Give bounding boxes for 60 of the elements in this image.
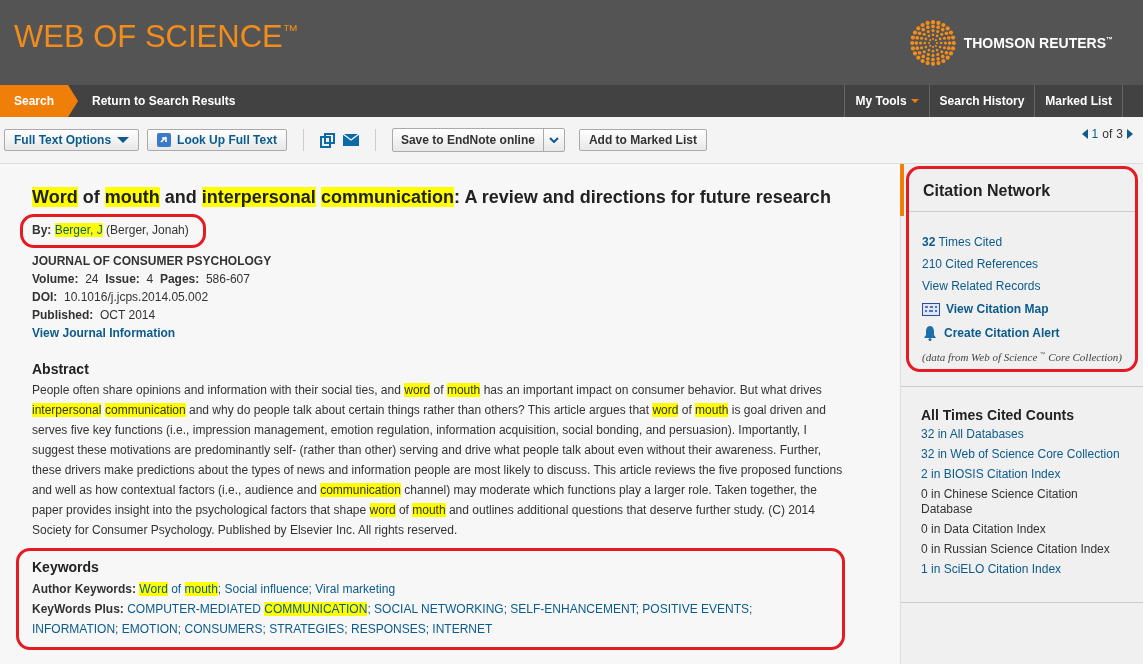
add-to-marked-list-button[interactable]: Add to Marked List [578,129,707,151]
bell-icon [922,325,938,341]
page-total: 3 [1116,127,1123,141]
keyword-link[interactable]: COMPUTER-MEDIATED COMMUNICATION; [127,602,371,616]
citation-action-link[interactable]: Create Citation Alert [922,322,1122,344]
full-text-options-button[interactable]: Full Text Options [4,129,140,151]
all-times-cited-heading: All Times Cited Counts [921,407,1075,423]
author-link[interactable]: Berger, J [54,223,103,237]
keyword-link[interactable]: INFORMATION; [32,622,119,636]
print-icon[interactable] [319,132,335,148]
citation-action-link[interactable]: View Citation Map [922,298,1122,320]
keyword-link[interactable]: STRATEGIES; [269,622,348,636]
keyword-link[interactable]: Viral marketing [315,582,396,596]
author-line: By: Berger, J (Berger, Jonah) [32,222,189,239]
journal-name: JOURNAL OF CONSUMER PSYCHOLOGY [32,253,273,270]
caret-icon [910,99,919,103]
keyword-link[interactable]: SELF-ENHANCEMENT; [510,602,639,616]
save-to-endnote-button[interactable]: Save to EndNote online [391,128,565,152]
published-line: Published: OCT 2014 [32,307,157,324]
look-up-full-text-button[interactable]: Look Up Full Text [147,129,287,151]
keyword-link[interactable]: SOCIAL NETWORKING; [374,602,507,616]
current-page: 1 [1091,127,1099,141]
previous-arrow-icon[interactable] [1081,129,1088,139]
cited-count-link[interactable]: 1 in SciELO Citation Index [921,562,1121,577]
keyword-link[interactable]: Word of mouth; [139,582,222,596]
keyword-link[interactable]: RESPONSES; [350,622,429,636]
email-icon[interactable] [342,134,359,146]
keyword-link[interactable]: Social influence; [224,582,312,596]
times-cited-link[interactable]: 32 Times Cited [922,232,1122,252]
keyword-link[interactable]: POSITIVE EVENTS; [642,602,753,616]
volume-issue-pages: Volume: 24 Issue: 4 Pages: 586-607 [32,271,251,288]
nav-tab[interactable]: Return to Search Results [78,85,250,117]
cited-count-link[interactable]: 2 in BIOSIS Citation Index [921,467,1121,482]
caret-icon [117,137,130,143]
thomson-reuters-wordmark: THOMSON REUTERS$^{™}$ [963,34,1113,51]
map-icon [922,302,940,316]
citation-network-title: Citation Network [909,169,1135,212]
page-of-label: of [1102,127,1113,141]
doi-line: DOI: 10.1016/j.jcps.2014.05.002 [32,289,210,306]
keyword-link[interactable]: CONSUMERS; [184,622,266,636]
citation-link[interactable]: View Related Records [922,276,1122,296]
view-journal-information-link[interactable]: View Journal Information [32,324,176,343]
web-of-science-logo: WEB OF SCIENCE$^{™}$ [14,18,299,55]
keyword-group-label: KeyWords Plus: [32,602,124,616]
cited-count-link[interactable]: 32 in All Databases [921,427,1121,442]
cited-count: 0 in Russian Science Citation Index [921,542,1111,557]
keyword-group-label: Author Keywords: [32,582,136,596]
data-source-note: (data from Web of Science $^{™}$ Core Collection) [922,351,1122,363]
keyword-link[interactable]: EMOTION; [121,622,182,636]
cited-count: 0 in Chinese Science Citation Database [921,487,1079,517]
cited-count-link[interactable]: 32 in Web of Science Core Collection [921,447,1121,462]
abstract-heading: Abstract [32,361,90,377]
keywords-heading: Keywords [32,559,100,575]
next-arrow-icon[interactable] [1127,129,1133,139]
cited-count: 0 in Data Citation Index [921,522,1047,537]
citation-link[interactable]: 210 Cited References [922,254,1122,274]
dotted-sphere-logo-icon [909,19,956,66]
link-icon [157,133,172,147]
keyword-link[interactable]: INTERNET [432,622,493,636]
article-title: Word of mouth and interpersonal communication: A review and directions for future research [32,186,832,209]
